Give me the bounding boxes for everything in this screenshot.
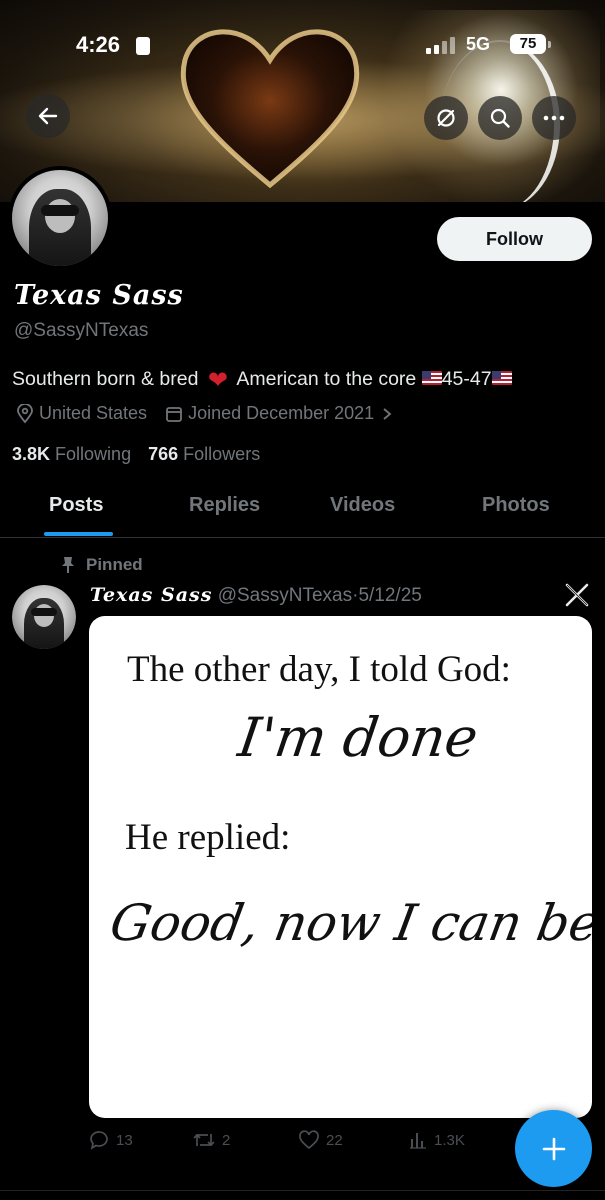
- profile-tabs: Posts Replies Videos Photos: [0, 480, 605, 538]
- pin-icon: [62, 557, 74, 573]
- reply-button[interactable]: 13: [88, 1130, 133, 1150]
- image-text-line3: He replied:: [125, 817, 291, 858]
- profile-bio: Southern born & bred ❤ American to the c…: [12, 366, 512, 395]
- bio-text-3: 45-47: [441, 368, 492, 390]
- plus-icon: [542, 1137, 565, 1160]
- network-label: 5G: [466, 34, 491, 54]
- avatar-image: [12, 585, 76, 649]
- repost-icon: [193, 1133, 215, 1147]
- tab-replies[interactable]: Replies: [189, 494, 260, 517]
- image-text-line1: The other day, I told God:: [127, 649, 511, 690]
- pinned-indicator: Pinned: [60, 555, 143, 575]
- search-button[interactable]: [478, 96, 522, 140]
- battery-tip: [548, 41, 551, 48]
- x-logo-icon[interactable]: [564, 582, 590, 608]
- status-bar: 4:26 5G 75: [0, 32, 605, 62]
- more-icon: [543, 115, 565, 121]
- signal-icon: [426, 36, 460, 54]
- active-tab-indicator: [44, 532, 113, 536]
- image-text-line2: I'm done: [234, 706, 482, 769]
- profile-display-name: Texas Sass: [14, 280, 184, 311]
- avatar-sunglasses: [31, 608, 57, 616]
- back-arrow-icon: [38, 107, 58, 125]
- focus-badge-icon: [136, 37, 150, 55]
- view-count: 1.3K: [434, 1131, 465, 1149]
- profile-avatar[interactable]: [8, 166, 112, 270]
- compose-button[interactable]: [515, 1110, 592, 1187]
- repost-count: 2: [222, 1131, 231, 1149]
- tab-videos[interactable]: Videos: [330, 494, 395, 517]
- bio-text-2: American to the core: [236, 368, 417, 390]
- following-count: 3.8K: [12, 444, 51, 464]
- search-icon: [490, 108, 510, 128]
- more-button[interactable]: [532, 96, 576, 140]
- repost-button[interactable]: 2: [192, 1130, 230, 1150]
- tab-posts[interactable]: Posts: [49, 494, 103, 517]
- tweet-date[interactable]: 5/12/25: [358, 585, 421, 606]
- us-flag-icon: [491, 371, 512, 385]
- grok-icon: [437, 109, 455, 127]
- like-icon: [299, 1130, 319, 1150]
- tweet-author-name[interactable]: Texas Sass: [90, 584, 212, 606]
- profile-joined[interactable]: Joined December 2021: [188, 403, 374, 424]
- views-button[interactable]: 1.3K: [408, 1130, 465, 1150]
- following-label: Following: [55, 444, 132, 464]
- avatar-sunglasses: [40, 204, 80, 217]
- following-link[interactable]: 3.8K Following: [12, 444, 131, 464]
- location-icon: [17, 403, 33, 423]
- profile-meta: United States Joined December 2021: [16, 403, 394, 424]
- tweet-actions: 13 2 22 1.3K: [88, 1130, 508, 1156]
- image-text-line4: Good, now I can begin.: [105, 894, 592, 952]
- back-button[interactable]: [26, 94, 70, 138]
- like-button[interactable]: 22: [298, 1130, 343, 1150]
- profile-location: United States: [39, 403, 148, 423]
- views-icon: [410, 1133, 426, 1149]
- bio-text-1: Southern born & bred: [12, 368, 199, 390]
- tweet-author-handle[interactable]: @SassyNTexas: [218, 585, 352, 606]
- reply-icon: [90, 1131, 108, 1150]
- avatar-image: [12, 170, 108, 266]
- tweet-header: Texas Sass @SassyNTexas·5/12/25: [90, 584, 422, 607]
- tweet-image[interactable]: The other day, I told God: I'm done He r…: [89, 616, 592, 1118]
- calendar-icon: [166, 406, 182, 422]
- tab-photos[interactable]: Photos: [482, 494, 550, 517]
- followers-link[interactable]: 766 Followers: [148, 444, 260, 464]
- followers-label: Followers: [183, 444, 261, 464]
- profile-stats: 3.8K Following 766 Followers: [12, 444, 260, 465]
- like-count: 22: [326, 1131, 343, 1149]
- pinned-label: Pinned: [86, 555, 143, 574]
- tweet-author-avatar[interactable]: [12, 585, 76, 649]
- reply-count: 13: [116, 1131, 133, 1149]
- grok-button[interactable]: [424, 96, 468, 140]
- follow-button[interactable]: Follow: [437, 217, 592, 261]
- battery-icon: 75: [510, 34, 546, 54]
- divider: [0, 1190, 605, 1191]
- status-time: 4:26: [76, 32, 121, 57]
- chevron-right-icon[interactable]: [380, 407, 394, 421]
- followers-count: 766: [148, 444, 179, 464]
- profile-handle: @SassyNTexas: [14, 320, 149, 341]
- red-heart-icon: ❤: [207, 367, 228, 394]
- us-flag-icon: [421, 371, 442, 385]
